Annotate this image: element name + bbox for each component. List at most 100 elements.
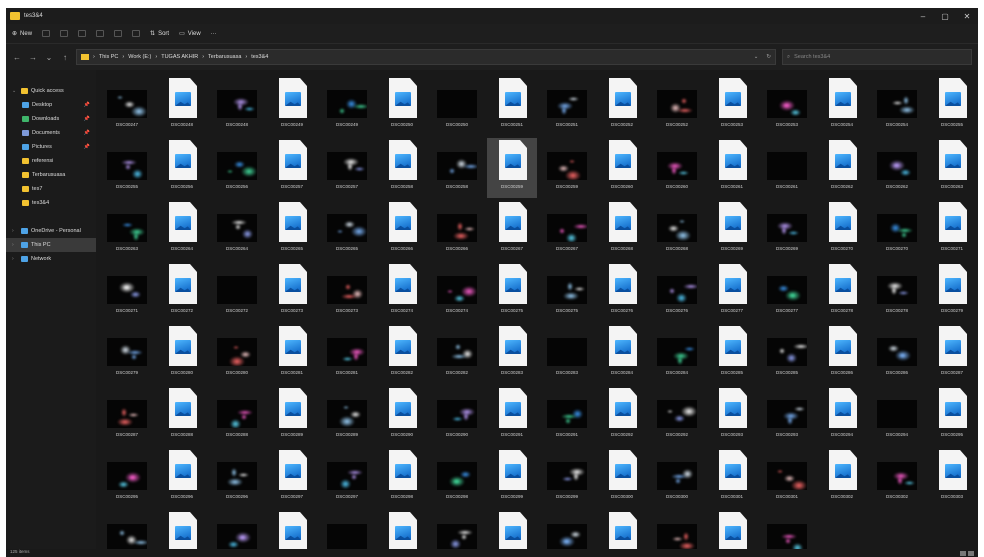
sidebar-item-terbarusuasa[interactable]: Terbarusuasa <box>6 168 96 182</box>
file-item[interactable]: DSC00265 <box>322 200 372 260</box>
close-button[interactable]: ✕ <box>956 12 978 21</box>
new-button[interactable]: ⊕ New <box>12 30 32 38</box>
file-item[interactable]: DSC00279 <box>102 324 152 384</box>
file-item[interactable]: DSC00285 <box>762 324 812 384</box>
file-item[interactable]: DSC00261 <box>762 138 812 198</box>
file-item[interactable]: DSC00267 <box>487 200 537 260</box>
file-item[interactable]: DSC00284 <box>597 324 647 384</box>
file-item[interactable]: DSC00270 <box>817 200 867 260</box>
copy-icon[interactable] <box>60 30 69 37</box>
file-item[interactable]: DSC00286 <box>872 324 922 384</box>
file-item[interactable]: DSC00271 <box>102 262 152 322</box>
file-item[interactable]: DSC00292 <box>652 386 702 446</box>
file-item[interactable]: DSC00295 <box>927 386 977 446</box>
sidebar-item-desktop[interactable]: Desktop 📌 <box>6 98 96 112</box>
file-item[interactable]: DSC00273 <box>267 262 317 322</box>
breadcrumb-tes3-4[interactable]: tes3&4 <box>251 54 268 60</box>
file-item[interactable]: DSC00295 <box>102 448 152 508</box>
search-input[interactable]: ⌕ Search tes3&4 <box>782 49 972 65</box>
paste-icon[interactable] <box>78 30 87 37</box>
sidebar-item-tes7[interactable]: tes7 <box>6 182 96 196</box>
file-item[interactable]: DSC00249 <box>322 76 372 136</box>
maximize-button[interactable]: ▢ <box>934 12 956 21</box>
share-icon[interactable] <box>114 30 123 37</box>
sidebar-item-pictures[interactable]: Pictures 📌 <box>6 140 96 154</box>
file-item[interactable]: DSC00296 <box>157 448 207 508</box>
file-item[interactable]: DSC00269 <box>762 200 812 260</box>
file-item[interactable]: DSC00294 <box>872 386 922 446</box>
file-item[interactable]: DSC00269 <box>707 200 757 260</box>
file-item[interactable]: DSC00278 <box>817 262 867 322</box>
chevron-icon[interactable]: › <box>12 228 18 234</box>
file-item[interactable]: DSC00255 <box>927 76 977 136</box>
file-item[interactable]: DSC00252 <box>652 76 702 136</box>
file-item[interactable]: DSC00254 <box>872 76 922 136</box>
file-item[interactable]: DSC00271 <box>927 200 977 260</box>
file-item[interactable]: DSC00276 <box>652 262 702 322</box>
file-item[interactable]: DSC00258 <box>432 138 482 198</box>
file-item[interactable]: DSC00277 <box>762 262 812 322</box>
file-item[interactable]: DSC00282 <box>432 324 482 384</box>
file-item[interactable]: DSC00302 <box>872 448 922 508</box>
file-item[interactable]: DSC00248 <box>212 76 262 136</box>
sidebar-item-onedrive[interactable]: › OneDrive - Personal <box>6 224 96 238</box>
tiles-view-icon[interactable] <box>968 551 974 556</box>
file-item[interactable]: DSC00291 <box>542 386 592 446</box>
file-item[interactable]: DSC00277 <box>707 262 757 322</box>
file-item[interactable]: DSC00299 <box>542 448 592 508</box>
file-item[interactable]: DSC00260 <box>597 138 647 198</box>
file-item[interactable]: DSC00253 <box>707 76 757 136</box>
file-item[interactable]: DSC00274 <box>432 262 482 322</box>
up-arrow-icon[interactable]: ↑ <box>60 53 70 62</box>
file-item[interactable]: DSC00248 <box>157 76 207 136</box>
file-item[interactable]: DSC00250 <box>377 76 427 136</box>
file-item[interactable]: DSC00291 <box>487 386 537 446</box>
sidebar-item-referensi[interactable]: referensi <box>6 154 96 168</box>
file-item[interactable]: DSC00258 <box>377 138 427 198</box>
file-item[interactable]: DSC00253 <box>762 76 812 136</box>
address-bar[interactable]: › This PC › Work (E:) › TUGAS AKHIR › Te… <box>76 49 776 65</box>
file-item[interactable]: DSC00262 <box>817 138 867 198</box>
file-item[interactable]: DSC00299 <box>487 448 537 508</box>
file-item[interactable]: DSC00290 <box>377 386 427 446</box>
file-item[interactable]: DSC00282 <box>377 324 427 384</box>
file-item[interactable]: DSC00290 <box>432 386 482 446</box>
breadcrumb-this-pc[interactable]: This PC <box>99 54 119 60</box>
file-item[interactable]: DSC00263 <box>927 138 977 198</box>
file-item[interactable]: DSC00250 <box>432 76 482 136</box>
file-item[interactable]: DSC00259 <box>542 138 592 198</box>
chevron-icon[interactable]: › <box>12 256 18 262</box>
file-item[interactable]: DSC00302 <box>817 448 867 508</box>
file-item[interactable]: DSC00292 <box>597 386 647 446</box>
file-item[interactable]: DSC00293 <box>762 386 812 446</box>
file-item[interactable]: DSC00268 <box>597 200 647 260</box>
file-item[interactable]: DSC00264 <box>157 200 207 260</box>
refresh-icon[interactable]: ↻ <box>766 54 771 60</box>
minimize-button[interactable]: – <box>912 12 934 21</box>
file-item[interactable]: DSC00297 <box>267 448 317 508</box>
file-item[interactable]: DSC00257 <box>322 138 372 198</box>
forward-arrow-icon[interactable]: → <box>28 53 38 62</box>
file-item[interactable]: DSC00251 <box>542 76 592 136</box>
file-item[interactable]: DSC00288 <box>157 386 207 446</box>
chevron-icon[interactable]: ⌄ <box>12 88 18 94</box>
chevron-icon[interactable]: › <box>12 242 18 248</box>
breadcrumb-terbarusuasa[interactable]: Terbarusuasa <box>208 54 241 60</box>
file-item[interactable]: DSC00275 <box>487 262 537 322</box>
file-item[interactable]: DSC00255 <box>102 138 152 198</box>
recent-chevron-icon[interactable]: ⌄ <box>44 53 54 62</box>
file-item[interactable]: DSC00293 <box>707 386 757 446</box>
file-item[interactable]: DSC00286 <box>817 324 867 384</box>
file-item[interactable]: DSC00294 <box>817 386 867 446</box>
file-item[interactable]: DSC00264 <box>212 200 262 260</box>
file-item[interactable]: DSC00260 <box>652 138 702 198</box>
file-item[interactable]: DSC00267 <box>542 200 592 260</box>
back-arrow-icon[interactable]: ← <box>12 53 22 62</box>
sort-button[interactable]: ⇅ Sort <box>150 30 169 38</box>
file-item[interactable]: DSC00279 <box>927 262 977 322</box>
file-item[interactable]: DSC00297 <box>322 448 372 508</box>
file-item[interactable]: DSC00251 <box>487 76 537 136</box>
sidebar-item-quick-access[interactable]: ⌄ Quick access <box>6 84 96 98</box>
file-item[interactable]: DSC00273 <box>322 262 372 322</box>
sidebar-item-documents[interactable]: Documents 📌 <box>6 126 96 140</box>
